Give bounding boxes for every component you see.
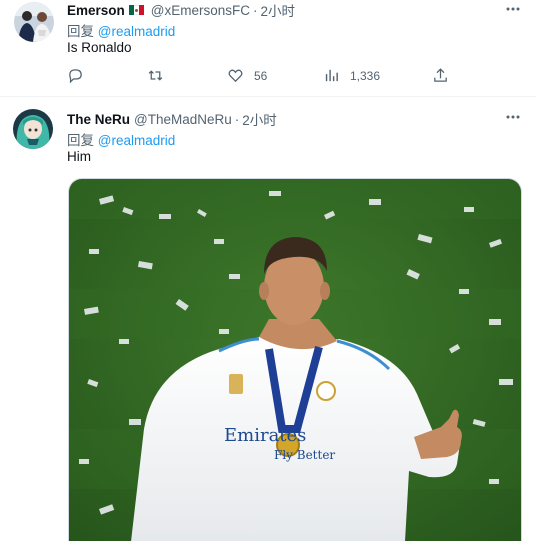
tweet-text: Him bbox=[67, 149, 91, 164]
heart-icon bbox=[228, 69, 243, 83]
tweet-photo[interactable]: Emirates Fly Better bbox=[68, 178, 522, 541]
replying-to: 回复 @realmadrid bbox=[67, 129, 175, 149]
separator-dot: · bbox=[234, 111, 240, 127]
jersey-sponsor-text-2: Fly Better bbox=[274, 448, 335, 462]
avatar[interactable] bbox=[14, 2, 54, 42]
reply-prefix: 回复 bbox=[67, 133, 98, 148]
retweet-button[interactable] bbox=[147, 67, 164, 84]
mexico-flag-icon bbox=[128, 5, 144, 15]
avatar[interactable] bbox=[13, 109, 53, 149]
like-count: 56 bbox=[254, 68, 268, 83]
more-options-icon[interactable] bbox=[504, 108, 522, 126]
display-name[interactable]: Emerson bbox=[67, 3, 125, 18]
reply-mention-link[interactable]: @realmadrid bbox=[98, 24, 175, 39]
view-count: 1,336 bbox=[350, 68, 381, 83]
views-button[interactable]: 1,336 bbox=[323, 67, 380, 84]
display-name[interactable]: The NeRu bbox=[67, 112, 130, 127]
share-icon bbox=[434, 68, 447, 82]
timestamp[interactable]: 2小时 bbox=[261, 0, 296, 20]
views-icon bbox=[325, 69, 338, 82]
replying-to: 回复 @realmadrid bbox=[67, 20, 175, 40]
tweet-header: The NeRu @TheMadNeRu · 2小时 bbox=[67, 109, 277, 129]
retweet-icon bbox=[148, 70, 163, 81]
tweet-text: Is Ronaldo bbox=[67, 40, 132, 55]
tweet-header: Emerson @xEmersonsFC · 2小时 bbox=[67, 0, 295, 20]
like-button[interactable]: 56 bbox=[227, 67, 267, 84]
user-handle[interactable]: @xEmersonsFC bbox=[151, 3, 250, 18]
reply-button[interactable] bbox=[67, 67, 84, 84]
reply-mention-link[interactable]: @realmadrid bbox=[98, 133, 175, 148]
timestamp[interactable]: 2小时 bbox=[242, 109, 277, 129]
reply-prefix: 回复 bbox=[67, 24, 98, 39]
tweet[interactable]: The NeRu @TheMadNeRu · 2小时 回复 @realmadri… bbox=[0, 97, 536, 541]
tweet-actions: 56 1,336 bbox=[67, 67, 457, 87]
separator-dot: · bbox=[253, 2, 258, 18]
more-options-icon[interactable] bbox=[504, 0, 522, 18]
tweet[interactable]: Emerson @xEmersonsFC · 2小时 回复 @realmadri… bbox=[0, 0, 536, 97]
reply-icon bbox=[69, 69, 82, 84]
share-button[interactable] bbox=[432, 67, 449, 84]
jersey-sponsor-text: Emirates bbox=[224, 425, 306, 446]
user-handle[interactable]: @TheMadNeRu bbox=[134, 112, 232, 127]
